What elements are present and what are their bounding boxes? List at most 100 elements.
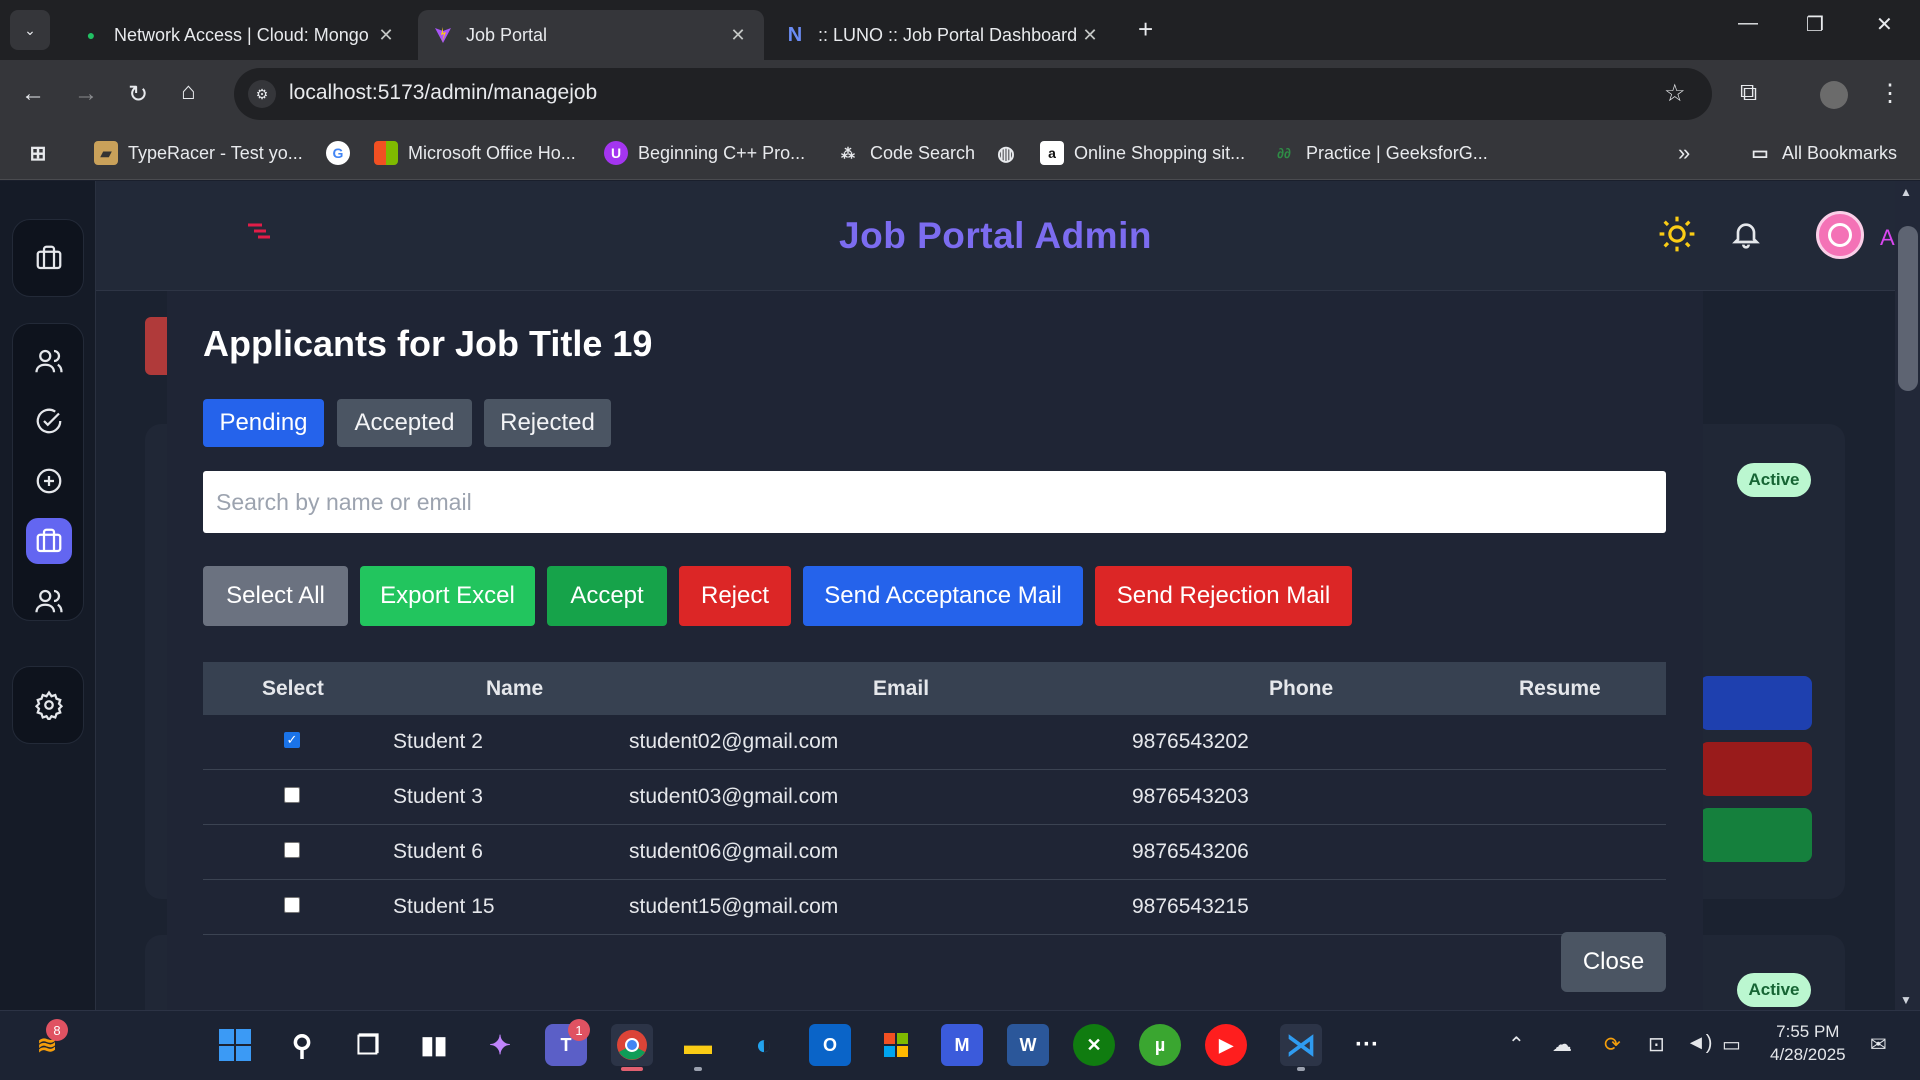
bookmark-star-icon[interactable]: ☆ (1664, 79, 1686, 108)
avatar[interactable] (1816, 211, 1864, 259)
send-rejection-mail-button[interactable]: Send Rejection Mail (1095, 566, 1352, 626)
network-icon[interactable]: ⊡ (1648, 1032, 1665, 1057)
active-app-indicator (621, 1067, 643, 1071)
folder-icon: ▭ (1751, 142, 1769, 163)
browser-tab-job-portal[interactable]: Job Portal ✕ (418, 10, 764, 60)
typeracer-icon: ▰ (94, 141, 118, 165)
applicant-email: student03@gmail.com (629, 785, 839, 808)
volume-icon[interactable]: ◄) (1686, 1032, 1712, 1055)
job-card-button[interactable] (1700, 808, 1812, 862)
clock-date: 4/28/2025 (1770, 1045, 1846, 1064)
task-view-icon[interactable]: ❐ (347, 1024, 389, 1066)
minimize-icon[interactable]: — (1738, 12, 1758, 35)
bookmark-beginning-cpp[interactable]: U Beginning C++ Pro... (604, 138, 805, 168)
store-icon[interactable] (875, 1024, 917, 1066)
notification-badge: 8 (46, 1019, 68, 1041)
tab-pending[interactable]: Pending (203, 399, 324, 447)
extensions-icon[interactable]: ⧉ (1740, 79, 1757, 107)
sidebar-item-manage-jobs[interactable] (26, 518, 72, 564)
close-button[interactable]: Close (1561, 932, 1666, 992)
bookmark-typeracer[interactable]: ▰ TypeRacer - Test yo... (94, 138, 303, 168)
export-excel-button[interactable]: Export Excel (360, 566, 535, 626)
more-apps-icon[interactable]: ··· (1346, 1024, 1388, 1066)
file-explorer-icon[interactable]: ▬ (677, 1024, 719, 1066)
apps-icon[interactable]: ⊞ (26, 138, 60, 168)
send-acceptance-mail-button[interactable]: Send Acceptance Mail (803, 566, 1083, 626)
users-icon (35, 589, 63, 613)
app-icon[interactable]: M (941, 1024, 983, 1066)
edge-icon[interactable]: ◐ (743, 1024, 785, 1066)
status-badge: Active (1737, 463, 1811, 497)
bookmark-amazon[interactable]: a Online Shopping sit... (1040, 138, 1245, 168)
row-checkbox[interactable]: ✓ (284, 732, 300, 748)
url-text[interactable]: localhost:5173/admin/managejob (289, 81, 597, 105)
audio-app-icon[interactable]: ▮▮ (413, 1024, 455, 1066)
row-checkbox[interactable] (284, 897, 300, 913)
close-icon[interactable]: ✕ (728, 25, 748, 46)
row-checkbox[interactable] (284, 842, 300, 858)
reject-button[interactable]: Reject (679, 566, 791, 626)
scroll-down-icon[interactable]: ▼ (1900, 993, 1912, 1007)
row-checkbox[interactable] (284, 787, 300, 803)
back-icon[interactable]: ← (21, 80, 45, 108)
bookmark-geeksforgeeks[interactable]: ∂∂ Practice | GeeksforG... (1272, 138, 1488, 168)
bookmark-code-search[interactable]: ⁂ Code Search (836, 138, 975, 168)
word-icon[interactable]: W (1007, 1024, 1049, 1066)
system-clock[interactable]: 7:55 PM 4/28/2025 (1770, 1020, 1846, 1066)
tab-rejected[interactable]: Rejected (484, 399, 611, 447)
clock-time: 7:55 PM (1776, 1022, 1840, 1041)
start-icon[interactable] (214, 1024, 256, 1066)
reload-icon[interactable]: ↻ (128, 80, 148, 109)
forward-icon[interactable]: → (74, 80, 98, 108)
browser-tab-network-access[interactable]: ● Network Access | Cloud: Mongo ✕ (66, 10, 412, 60)
profile-avatar[interactable] (1820, 81, 1848, 109)
accept-button[interactable]: Accept (547, 566, 667, 626)
scroll-up-icon[interactable]: ▲ (1900, 185, 1912, 199)
onedrive-icon[interactable]: ☁ (1552, 1032, 1572, 1057)
job-card-button[interactable] (1700, 742, 1812, 796)
close-icon[interactable]: ✕ (376, 25, 396, 46)
scrollbar-thumb[interactable] (1898, 226, 1918, 391)
menu-icon[interactable]: ⋮ (1878, 79, 1902, 108)
window-close-icon[interactable]: ✕ (1876, 12, 1893, 37)
more-bookmarks-icon[interactable]: » (1678, 138, 1690, 168)
sidebar-item-add-job[interactable] (26, 458, 72, 504)
youtube-music-icon[interactable]: ▶ (1205, 1024, 1247, 1066)
vscode-icon[interactable]: ⋊ (1280, 1024, 1322, 1066)
tab-search-button[interactable]: ⌄ (10, 10, 50, 50)
applicant-email: student02@gmail.com (629, 730, 839, 753)
job-card-button[interactable] (1700, 676, 1812, 730)
chevron-up-icon[interactable]: ⌃ (1508, 1032, 1525, 1057)
home-icon[interactable]: ⌂ (181, 78, 196, 106)
sidebar-item-jobs[interactable] (26, 235, 72, 281)
all-bookmarks[interactable]: ▭ All Bookmarks (1748, 138, 1897, 168)
bookmark-globe[interactable]: ◍ (994, 138, 1028, 168)
browser-tab-luno[interactable]: N :: LUNO :: Job Portal Dashboard ✕ (770, 10, 1116, 60)
bookmark-microsoft-office[interactable]: Microsoft Office Ho... (374, 138, 576, 168)
search-icon[interactable]: ⚲ (281, 1024, 323, 1066)
xbox-icon[interactable]: ✕ (1073, 1024, 1115, 1066)
chrome-icon[interactable] (611, 1024, 653, 1066)
job-card-button[interactable] (145, 317, 169, 375)
notification-center-icon[interactable]: ✉ (1870, 1032, 1887, 1057)
sidebar-item-applicants[interactable] (26, 578, 72, 624)
bell-icon[interactable] (1730, 218, 1762, 250)
copilot-icon[interactable]: ✦ (479, 1024, 521, 1066)
sidebar-item-users[interactable] (26, 338, 72, 384)
utorrent-icon[interactable]: µ (1139, 1024, 1181, 1066)
new-tab-button[interactable]: + (1138, 14, 1153, 45)
outlook-icon[interactable]: O (809, 1024, 851, 1066)
battery-icon[interactable]: ▭ (1722, 1032, 1741, 1057)
site-info-icon[interactable]: ⚙ (248, 80, 276, 108)
tab-accepted[interactable]: Accepted (337, 399, 472, 447)
sidebar-item-settings[interactable] (26, 682, 72, 728)
sidebar-item-approvals[interactable] (26, 398, 72, 444)
bookmark-google[interactable]: G (326, 138, 360, 168)
close-icon[interactable]: ✕ (1080, 25, 1100, 46)
sync-icon[interactable]: ⟳ (1604, 1032, 1621, 1057)
sun-icon[interactable] (1658, 215, 1696, 253)
gear-icon (34, 690, 64, 720)
select-all-button[interactable]: Select All (203, 566, 348, 626)
search-input[interactable] (203, 471, 1666, 533)
restore-icon[interactable]: ❐ (1806, 12, 1824, 37)
